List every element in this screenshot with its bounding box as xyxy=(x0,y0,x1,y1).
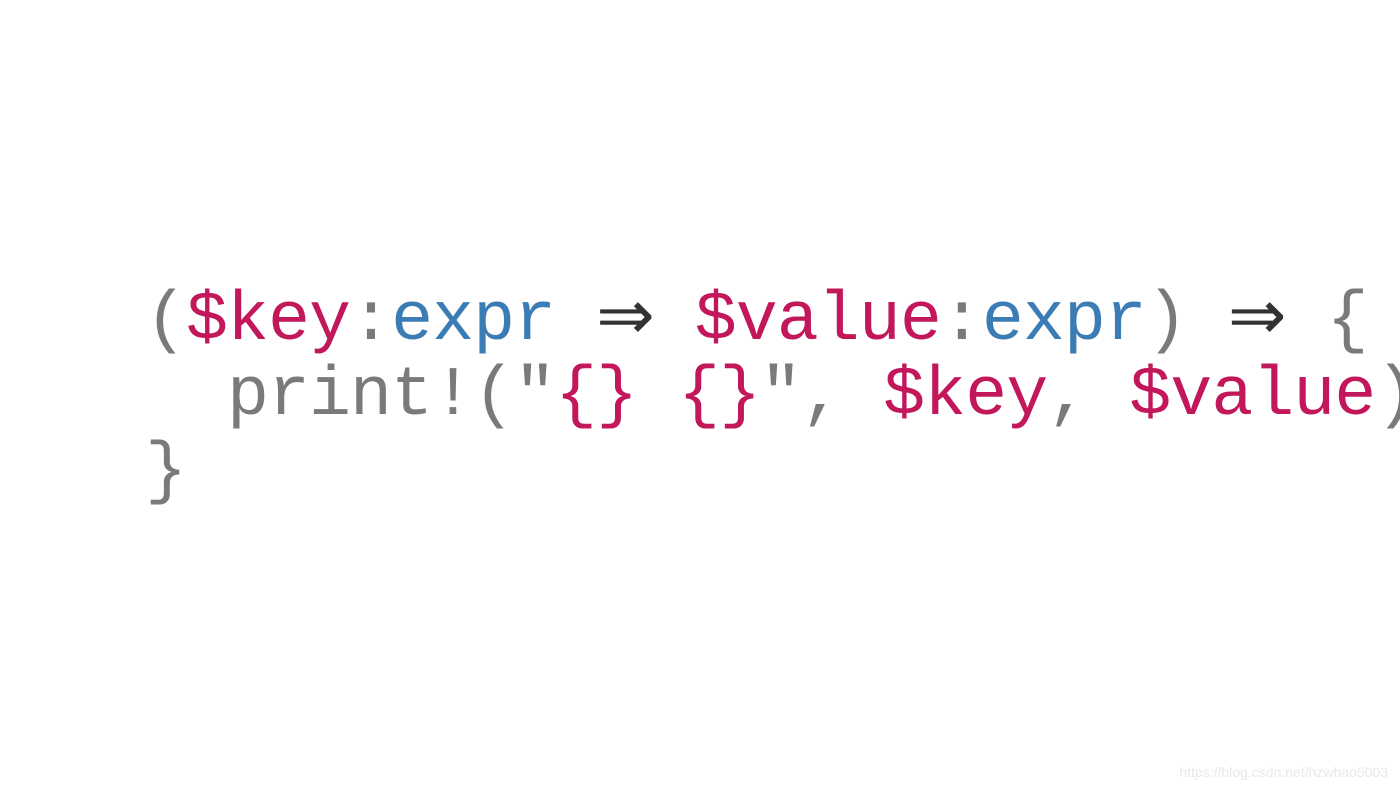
brace-open: { xyxy=(1327,282,1368,361)
code-line-3: } xyxy=(145,433,186,512)
print-call: print!( xyxy=(227,357,514,436)
quote: " xyxy=(514,357,555,436)
fat-arrow-icon: ⇒ xyxy=(1228,278,1286,354)
indent xyxy=(145,357,227,436)
comma: , xyxy=(1047,357,1129,436)
key-variable: $key xyxy=(186,282,350,361)
fat-arrow-icon: ⇒ xyxy=(596,278,654,354)
space xyxy=(555,282,596,361)
watermark-text: https://blog.csdn.net/hzwbao5003 xyxy=(1179,764,1388,780)
space xyxy=(1187,282,1228,361)
code-line-1: ($key:expr ⇒ $value:expr) ⇒ { xyxy=(145,282,1368,361)
brace-close: } xyxy=(145,433,186,512)
quote: " xyxy=(760,357,801,436)
comma: , xyxy=(801,357,883,436)
expr-type: expr xyxy=(391,282,555,361)
value-ref: $value xyxy=(1129,357,1375,436)
space xyxy=(1286,282,1327,361)
colon: : xyxy=(941,282,982,361)
key-ref: $key xyxy=(883,357,1047,436)
format-placeholder: {} {} xyxy=(555,357,760,436)
code-line-2: print!("{} {}", $key, $value) xyxy=(145,357,1400,436)
paren-open: ( xyxy=(145,282,186,361)
space xyxy=(654,282,695,361)
paren-close: ) xyxy=(1146,282,1187,361)
paren-close: ) xyxy=(1375,357,1400,436)
expr-type: expr xyxy=(982,282,1146,361)
colon: : xyxy=(350,282,391,361)
code-snippet: ($key:expr ⇒ $value:expr) ⇒ { print!("{}… xyxy=(0,278,1400,511)
value-variable: $value xyxy=(695,282,941,361)
